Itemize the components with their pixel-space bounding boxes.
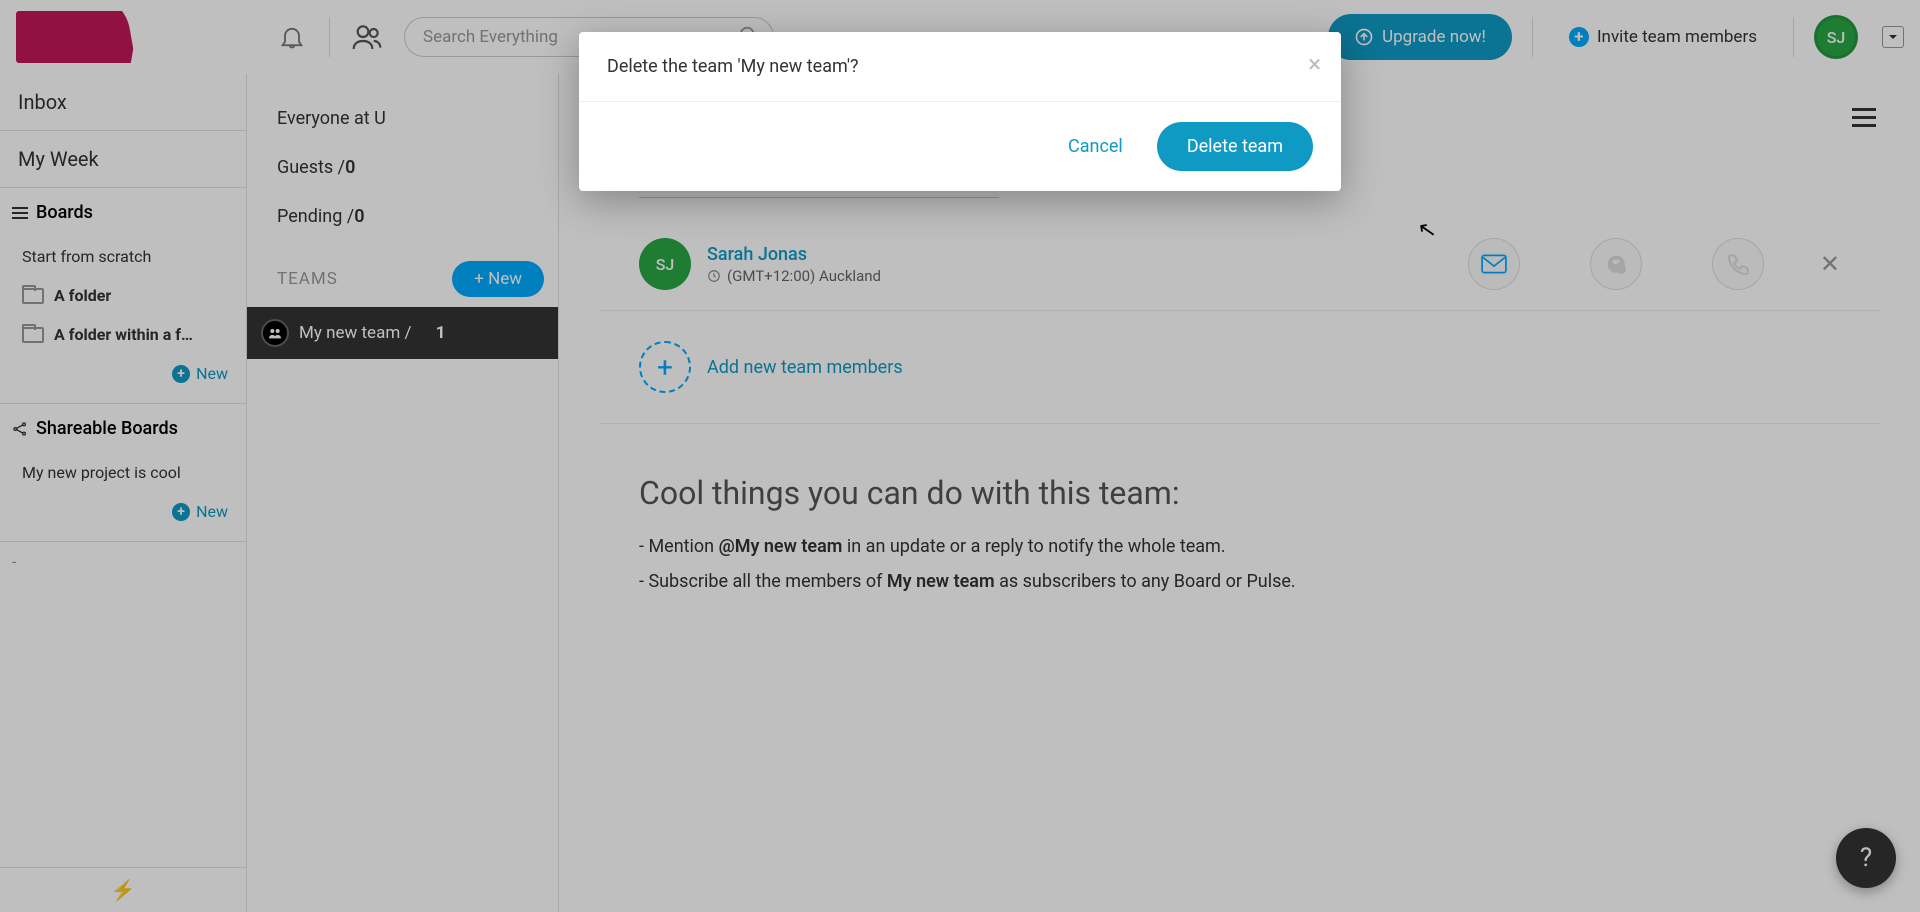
modal-message: Delete the team 'My new team'? — [607, 56, 859, 77]
close-icon[interactable]: × — [1308, 50, 1321, 78]
delete-team-modal: Delete the team 'My new team'? × Cancel … — [579, 32, 1341, 191]
delete-team-button[interactable]: Delete team — [1157, 122, 1313, 171]
cancel-button[interactable]: Cancel — [1060, 126, 1131, 167]
